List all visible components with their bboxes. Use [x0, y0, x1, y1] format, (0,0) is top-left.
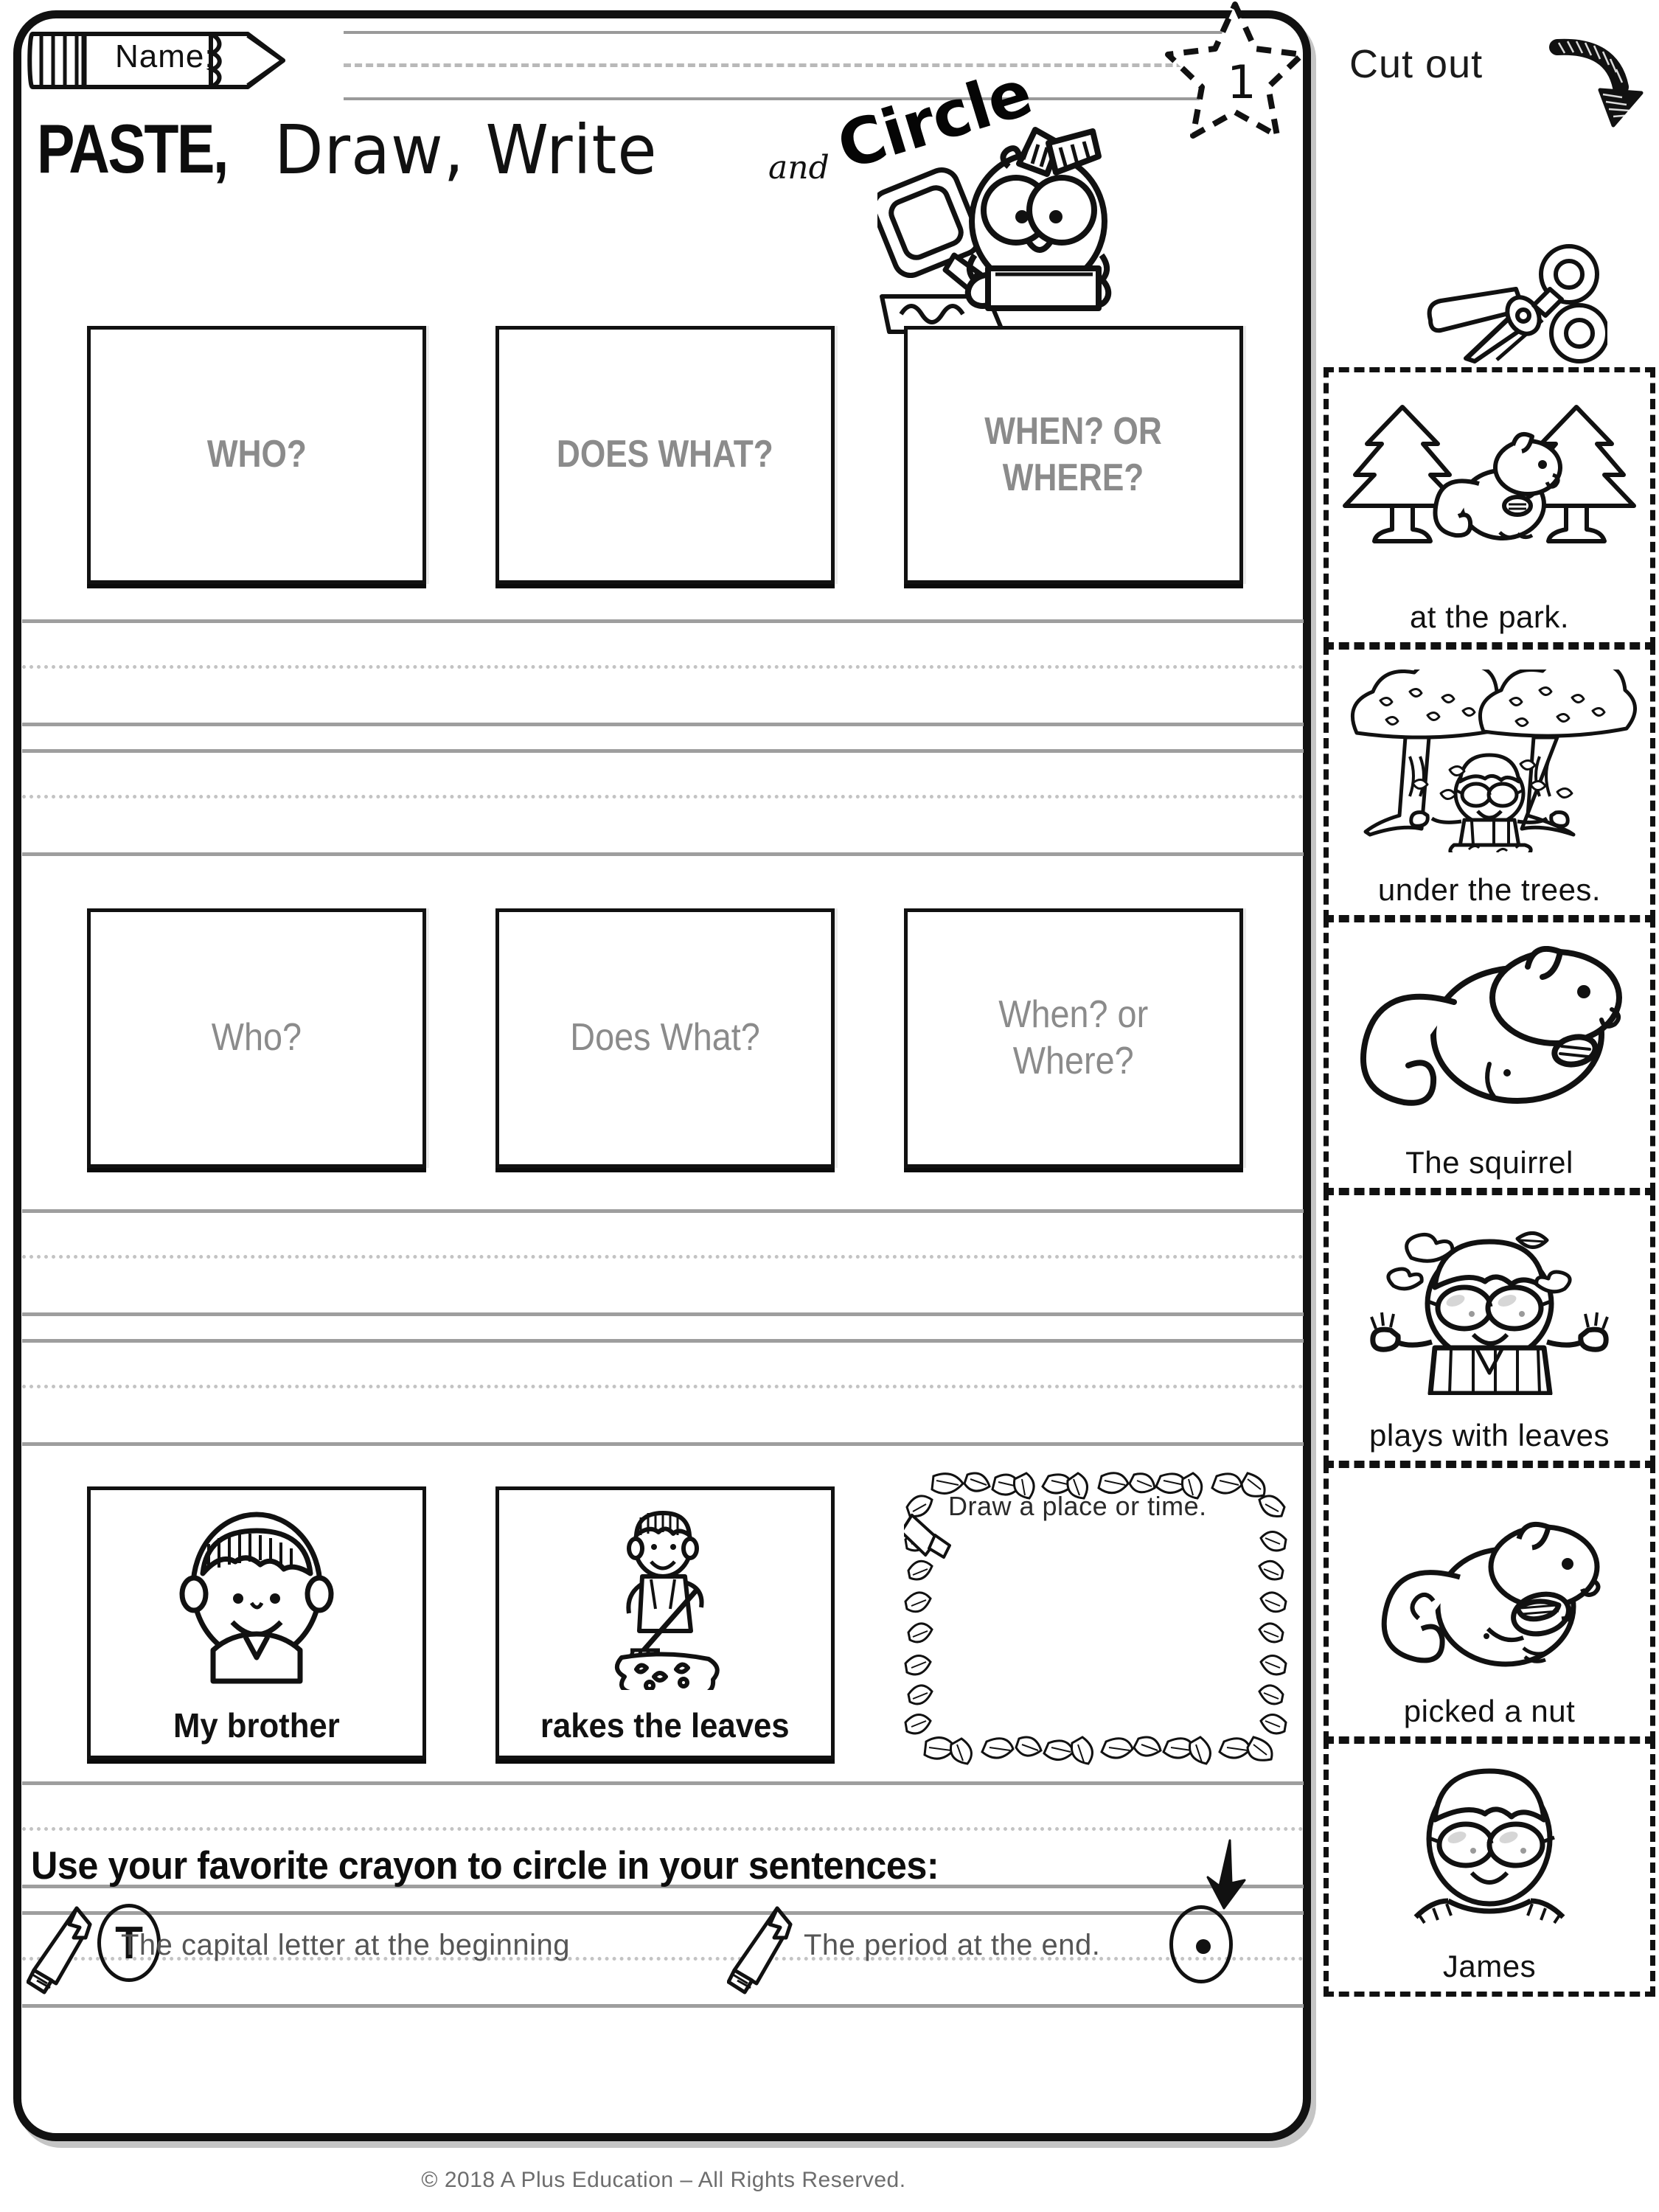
period-mark [1196, 1939, 1211, 1954]
prompt-box-label: When? or Where? [998, 992, 1149, 1082]
prompt-box-label: Who? [211, 1016, 302, 1060]
copyright-text: © 2018 A Plus Education – All Rights Res… [421, 2168, 906, 2192]
owl-mascot-with-glue-icon [877, 111, 1143, 347]
name-line-top [344, 31, 1251, 34]
picture-box-rakes-the-leaves[interactable]: rakes the leaves [495, 1486, 835, 1759]
page-number-star-badge: 1 [1165, 0, 1305, 147]
cut-card-at-the-park[interactable]: at the park. [1324, 367, 1655, 647]
picture-box-my-brother[interactable]: My brother [87, 1486, 426, 1759]
writing-lines-band-1[interactable] [22, 590, 1304, 885]
cut-card-plays-with-leaves[interactable]: plays with leaves [1324, 1190, 1655, 1466]
writing-line-dotted [22, 1385, 1304, 1388]
cut-card-label: James [1442, 1949, 1537, 1983]
title-connector: and [768, 149, 830, 187]
writing-line-dotted [22, 1827, 1304, 1831]
bottom-instruction-title: Use your favorite crayon to circle in yo… [31, 1844, 939, 1888]
prompt-box-does-what-mixed[interactable]: Does What? [495, 908, 835, 1168]
down-arrow-icon [1199, 1837, 1255, 1911]
writing-line-solid [22, 749, 1304, 753]
cut-card-the-squirrel[interactable]: The squirrel [1324, 917, 1655, 1193]
name-writing-lines [344, 31, 1251, 102]
picture-box-caption: My brother [173, 1706, 340, 1745]
writing-line-dotted [22, 665, 1304, 669]
draw-a-place-or-time-box[interactable]: Draw a place or time. [904, 1472, 1287, 1765]
writing-line-solid [22, 1442, 1304, 1446]
title-word-paste: PASTE, [37, 110, 229, 187]
curved-arrow-icon [1548, 32, 1644, 128]
writing-line-solid [22, 1781, 1304, 1785]
writing-line-dotted [22, 795, 1304, 799]
cut-card-james[interactable]: James [1324, 1739, 1655, 1997]
prompt-box-who-caps[interactable]: WHO? [87, 326, 426, 584]
crayon-icon [727, 1902, 808, 1995]
two-pine-trees-with-squirrel-icon [1329, 372, 1650, 599]
prompt-box-when-where-caps[interactable]: WHEN? OR WHERE? [904, 326, 1243, 584]
boy-face-icon [164, 1490, 349, 1705]
prompt-box-label: WHO? [206, 433, 307, 476]
writing-line-dotted [22, 1255, 1304, 1259]
writing-line-solid [22, 1339, 1304, 1343]
cut-card-label: at the park. [1409, 599, 1570, 634]
cut-card-label: under the trees. [1377, 872, 1601, 907]
bottom-item-text: The period at the end. [804, 1929, 1101, 1961]
cut-card-label: picked a nut [1403, 1694, 1576, 1728]
cut-card-picked-a-nut[interactable]: picked a nut [1324, 1463, 1655, 1742]
draw-box-caption: Draw a place or time. [948, 1491, 1207, 1521]
bottom-item-period: The period at the end. [727, 1839, 1273, 1994]
writing-line-solid [22, 723, 1304, 726]
writing-line-solid [22, 619, 1304, 623]
prompt-box-label: DOES WHAT? [557, 433, 773, 476]
cut-card-label: plays with leaves [1369, 1418, 1610, 1453]
squirrel-icon [1329, 922, 1650, 1145]
name-line-mid [344, 63, 1251, 67]
cut-card-under-the-trees[interactable]: under the trees. [1324, 644, 1655, 920]
cut-out-card-strip: at the park. under the trees. The squirr… [1324, 367, 1655, 2000]
boy-with-leaves-icon [1329, 1195, 1650, 1418]
picture-box-caption: rakes the leaves [540, 1706, 790, 1745]
crayon-icon [27, 1902, 108, 1995]
page-number: 1 [1227, 55, 1256, 109]
boy-under-two-trees-icon [1329, 650, 1650, 872]
prompt-box-does-what-caps[interactable]: DOES WHAT? [495, 326, 835, 584]
boy-face-glasses-icon [1329, 1744, 1650, 1949]
cut-card-label: The squirrel [1405, 1145, 1573, 1180]
name-line-bottom [344, 97, 1251, 100]
name-row: Name: [27, 18, 1265, 106]
bottom-item-capital-letter: T The capital letter at the beginning [27, 1904, 727, 1994]
bottom-item-text: The capital letter at the beginning [121, 1929, 571, 1961]
squirrel-holding-nut-icon [1329, 1468, 1650, 1694]
writing-line-solid [22, 852, 1304, 856]
cut-out-label: Cut out [1349, 42, 1484, 86]
boy-raking-leaves-icon [573, 1490, 757, 1705]
writing-line-solid [22, 1312, 1304, 1316]
prompt-box-who-mixed[interactable]: Who? [87, 908, 426, 1168]
writing-line-solid [22, 1209, 1304, 1213]
cut-out-header: Cut out [1349, 28, 1644, 128]
prompt-box-label: WHEN? OR WHERE? [984, 409, 1163, 499]
name-label: Name: [115, 38, 215, 74]
prompt-box-label: Does What? [570, 1016, 760, 1060]
worksheet-page: Name: PASTE, Draw, Write and Circle 1 Cu… [0, 0, 1659, 2212]
writing-lines-band-2[interactable] [22, 1180, 1304, 1475]
prompt-box-when-where-mixed[interactable]: When? or Where? [904, 908, 1243, 1168]
scissors-icon [1386, 229, 1607, 369]
bottom-instruction-bar: Use your favorite crayon to circle in yo… [27, 1839, 1273, 2109]
title-word-draw-write: Draw, Write [274, 111, 658, 189]
